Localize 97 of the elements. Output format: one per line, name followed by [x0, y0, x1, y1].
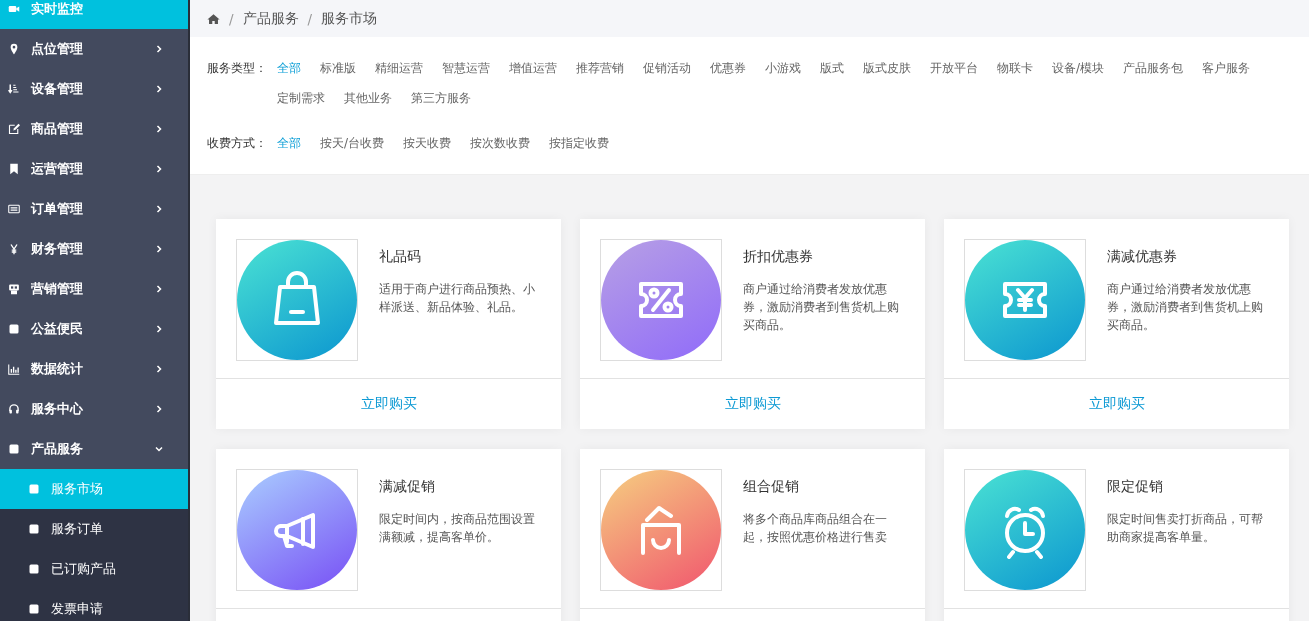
card-title: 满减促销: [379, 478, 436, 496]
card-description: 商户通过给消费者发放优惠券，激励消费者到售货机上购买商品。: [1107, 281, 1264, 334]
filter-option[interactable]: 按天/台收费: [320, 128, 385, 158]
filter-option[interactable]: 全部: [277, 128, 301, 158]
headset-icon: [8, 403, 20, 415]
square-icon: [28, 563, 40, 575]
sidebar-item[interactable]: 商品管理: [0, 109, 188, 149]
menu-label: 公益便民: [31, 320, 84, 338]
bookmark-icon: [8, 163, 20, 175]
menu-label: 营销管理: [31, 280, 84, 298]
menu-label: 商品管理: [31, 120, 84, 138]
square-icon: [28, 603, 40, 615]
filter-option[interactable]: 设备/模块: [1052, 53, 1105, 83]
card-title: 限定促销: [1107, 478, 1164, 496]
breadcrumb-separator: /: [307, 10, 313, 27]
megaphone-icon: [236, 469, 358, 591]
filter-option[interactable]: 客户服务: [1202, 53, 1251, 83]
sidebar-item[interactable]: 运营管理: [0, 149, 188, 189]
filter-option[interactable]: 优惠券: [710, 53, 746, 83]
menu-label: 服务订单: [51, 520, 104, 538]
filter-option[interactable]: 小游戏: [765, 53, 801, 83]
filter-option[interactable]: 按次数收费: [470, 128, 531, 158]
card-title: 满减优惠券: [1107, 248, 1178, 266]
bar-chart-icon: [8, 363, 20, 375]
filter-option[interactable]: 开放平台: [930, 53, 978, 83]
filter-option[interactable]: 定制需求: [277, 83, 325, 113]
sidebar-item[interactable]: 设备管理: [0, 69, 188, 109]
filter-option[interactable]: 产品服务包: [1123, 53, 1184, 83]
filter-option[interactable]: 增值运营: [509, 53, 557, 83]
menu-label: 财务管理: [31, 240, 84, 258]
card-description: 限定时间内，按商品范围设置满额减，提高客单价。: [379, 511, 536, 546]
buy-now-link[interactable]: 立即购买: [720, 393, 785, 415]
basket-icon: [600, 469, 722, 591]
sidebar-item[interactable]: 订单管理: [0, 189, 188, 229]
filter-option[interactable]: 按天收费: [403, 128, 452, 158]
filter-label: 收费方式：: [207, 135, 268, 152]
submenu-item[interactable]: 发票申请: [0, 589, 188, 621]
menu-label: 点位管理: [31, 40, 84, 58]
sidebar-item[interactable]: 服务中心: [0, 389, 188, 429]
menu-label: 实时监控: [31, 0, 84, 18]
buy-now-link[interactable]: 立即购买: [356, 393, 421, 415]
yen-ticket-icon: [964, 239, 1086, 361]
sidebar-item[interactable]: 营销管理: [0, 269, 188, 309]
filter-option[interactable]: 全部: [277, 53, 301, 83]
sidebar-item[interactable]: 产品服务: [0, 429, 188, 469]
menu-label: 产品服务: [31, 440, 84, 458]
filter-option[interactable]: 按指定收费: [549, 128, 610, 158]
sidebar-item[interactable]: 公益便民: [0, 309, 188, 349]
breadcrumb-separator: /: [229, 10, 234, 27]
filter-option[interactable]: 标准版: [320, 53, 356, 83]
menu-label: 服务中心: [31, 400, 84, 418]
card-description: 适用于商户进行商品预热、小样派送、新品体验、礼品。: [379, 281, 536, 316]
card-description: 限定时间售卖打折商品，可帮助商家提高客单量。: [1107, 511, 1264, 546]
percent-ticket-icon: [600, 239, 722, 361]
card-title: 组合促销: [743, 478, 800, 496]
card-description: 商户通过给消费者发放优惠券，激励消费者到售货机上购买商品。: [743, 281, 900, 334]
menu-label: 已订购产品: [51, 560, 117, 578]
menu-label: 订单管理: [31, 200, 84, 218]
menu-label: 发票申请: [51, 600, 104, 618]
square-icon: [8, 323, 20, 335]
filter-option[interactable]: 第三方服务: [411, 83, 471, 113]
filter-option[interactable]: 推荐营销: [576, 53, 624, 83]
filter-option[interactable]: 智慧运营: [442, 53, 490, 83]
home-icon[interactable]: [207, 12, 220, 25]
filter-option[interactable]: 物联卡: [997, 53, 1033, 83]
menu-label: 设备管理: [31, 80, 84, 98]
buy-now-link[interactable]: 立即购买: [1084, 393, 1149, 415]
camera-icon: [8, 3, 20, 15]
filter-label: 服务类型：: [207, 60, 268, 77]
bag-icon: [236, 239, 358, 361]
menu-label: 数据统计: [31, 360, 84, 378]
sidebar-item[interactable]: 财务管理: [0, 229, 188, 269]
square-icon: [8, 443, 20, 455]
square-icon: [28, 523, 40, 535]
submenu-item[interactable]: 已订购产品: [0, 549, 188, 589]
alarm-clock-icon: [964, 469, 1086, 591]
pin-icon: [8, 43, 20, 55]
list-icon: [8, 203, 20, 215]
filter-option[interactable]: 其他业务: [344, 83, 392, 113]
card-title: 折扣优惠券: [743, 248, 814, 266]
filter-option[interactable]: 版式: [820, 53, 844, 83]
sidebar-item[interactable]: 点位管理: [0, 29, 188, 69]
breadcrumb-link[interactable]: 产品服务: [242, 9, 299, 28]
card-description: 将多个商品库商品组合在一起，按照优惠价格进行售卖: [743, 511, 888, 546]
filter-option[interactable]: 版式皮肤: [863, 53, 911, 83]
menu-label: 服务市场: [51, 480, 104, 498]
yen-icon: [8, 243, 20, 255]
sort-icon: [8, 83, 20, 95]
menu-label: 运营管理: [31, 160, 84, 178]
machine-icon: [8, 283, 20, 295]
card-title: 礼品码: [379, 248, 422, 266]
filter-option[interactable]: 促销活动: [643, 53, 691, 83]
filter-option[interactable]: 精细运营: [375, 53, 423, 83]
edit-icon: [8, 123, 20, 135]
submenu-item[interactable]: 服务订单: [0, 509, 188, 549]
sidebar-item[interactable]: 数据统计: [0, 349, 188, 389]
square-icon: [28, 483, 40, 495]
